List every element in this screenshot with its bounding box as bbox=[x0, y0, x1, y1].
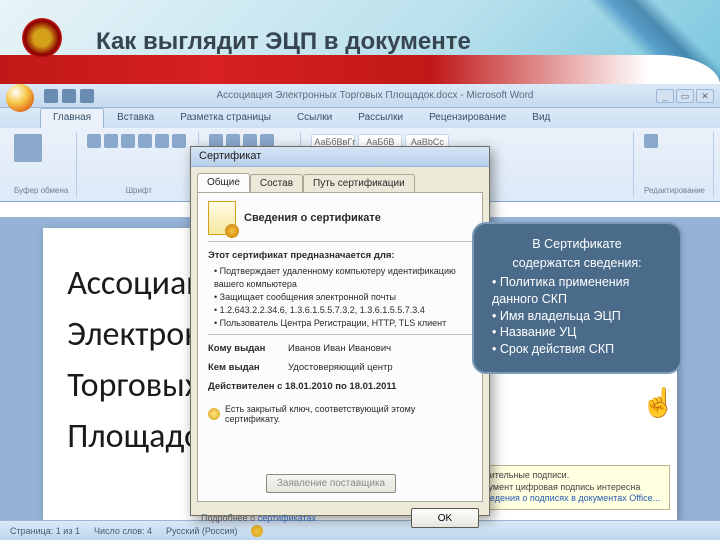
purpose-item: Защищает сообщения электронной почты bbox=[214, 291, 472, 304]
tab-insert[interactable]: Вставка bbox=[104, 108, 167, 128]
tab-mailings[interactable]: Рассылки bbox=[345, 108, 416, 128]
font-size-icon[interactable] bbox=[172, 134, 186, 148]
window-controls: _ ▭ ✕ bbox=[656, 89, 714, 103]
divider bbox=[208, 334, 472, 335]
callout-item: Название УЦ bbox=[492, 324, 666, 341]
ok-button[interactable]: OK bbox=[411, 508, 479, 528]
tab-view[interactable]: Вид bbox=[519, 108, 563, 128]
italic-icon[interactable] bbox=[104, 134, 118, 148]
document-title: Ассоциация Электронных Торговых Площадок… bbox=[100, 90, 650, 101]
quick-access-toolbar bbox=[44, 89, 94, 103]
more-about-certs: Подробнее о сертификатах bbox=[201, 513, 316, 523]
undo-icon[interactable] bbox=[62, 89, 76, 103]
group-font: Шрифт bbox=[79, 132, 199, 197]
status-page[interactable]: Страница: 1 из 1 bbox=[10, 526, 80, 536]
dialog-title: Сертификат bbox=[191, 147, 489, 167]
callout-heading-1: В Сертификате bbox=[488, 236, 666, 253]
callout-list: Политика применения данного СКП Имя влад… bbox=[488, 274, 666, 358]
issued-to-value: Иванов Иван Иванович bbox=[288, 343, 391, 354]
red-ribbon bbox=[0, 55, 720, 85]
minimize-button[interactable]: _ bbox=[656, 89, 674, 103]
callout-item: Срок действия СКП bbox=[492, 341, 666, 358]
redo-icon[interactable] bbox=[80, 89, 94, 103]
info-callout: В Сертификате содержатся сведения: Полит… bbox=[472, 222, 682, 374]
group-clipboard: Буфер обмена bbox=[6, 132, 77, 197]
divider bbox=[208, 241, 472, 242]
group-editing: Редактирование bbox=[636, 132, 714, 197]
status-words[interactable]: Число слов: 4 bbox=[94, 526, 152, 536]
group-clipboard-label: Буфер обмена bbox=[14, 186, 68, 195]
tab-details[interactable]: Состав bbox=[250, 174, 303, 192]
cert-info-header: Сведения о сертификате bbox=[244, 212, 381, 224]
cursor-icon: ☝ bbox=[641, 386, 676, 419]
callout-item: Имя владельца ЭЦП bbox=[492, 308, 666, 325]
valid-period: Действителен с 18.01.2010 по 18.01.2011 bbox=[208, 381, 396, 392]
issued-by-value: Удостоверяющий центр bbox=[288, 362, 393, 373]
office-orb-icon[interactable] bbox=[6, 84, 34, 112]
paste-icon[interactable] bbox=[14, 134, 42, 162]
key-icon bbox=[208, 408, 220, 420]
certificates-link[interactable]: сертификатах bbox=[258, 513, 316, 523]
bold-icon[interactable] bbox=[87, 134, 101, 148]
ribbon-tabs: Главная Вставка Разметка страницы Ссылки… bbox=[0, 108, 720, 128]
private-key-note: Есть закрытый ключ, соответствующий этом… bbox=[225, 404, 472, 424]
issued-by-label: Кем выдан bbox=[208, 362, 288, 373]
dialog-body: Сведения о сертификате Этот сертификат п… bbox=[197, 192, 483, 502]
group-font-label: Шрифт bbox=[87, 186, 190, 195]
slide-title: Как выглядит ЭЦП в документе bbox=[96, 28, 471, 56]
purpose-item: Подтверждает удаленному компьютеру идент… bbox=[214, 265, 472, 291]
highlight-icon[interactable] bbox=[155, 134, 169, 148]
tab-references[interactable]: Ссылки bbox=[284, 108, 345, 128]
certificate-dialog: Сертификат Общие Состав Путь сертификаци… bbox=[190, 146, 490, 516]
wax-seal-icon bbox=[22, 18, 62, 58]
maximize-button[interactable]: ▭ bbox=[676, 89, 694, 103]
callout-item: Политика применения данного СКП bbox=[492, 274, 666, 308]
save-icon[interactable] bbox=[44, 89, 58, 103]
word-titlebar: Ассоциация Электронных Торговых Площадок… bbox=[0, 84, 720, 108]
issued-to-label: Кому выдан bbox=[208, 343, 288, 354]
purpose-list: Подтверждает удаленному компьютеру идент… bbox=[208, 265, 472, 330]
tab-home[interactable]: Главная bbox=[40, 108, 104, 128]
purpose-label: Этот сертификат предназначается для: bbox=[208, 250, 395, 261]
certificate-icon bbox=[208, 201, 236, 235]
dialog-tabs: Общие Состав Путь сертификации bbox=[191, 167, 489, 192]
issuer-statement-button[interactable]: Заявление поставщика bbox=[266, 474, 396, 493]
purpose-item: 1.2.643.2.2.34.6, 1.3.6.1.5.5.7.3.2, 1.3… bbox=[214, 304, 472, 317]
tab-layout[interactable]: Разметка страницы bbox=[167, 108, 284, 128]
font-color-icon[interactable] bbox=[138, 134, 152, 148]
tab-review[interactable]: Рецензирование bbox=[416, 108, 519, 128]
group-editing-label: Редактирование bbox=[644, 186, 705, 195]
underline-icon[interactable] bbox=[121, 134, 135, 148]
purpose-item: Пользователь Центра Регистрации, HTTP, T… bbox=[214, 317, 472, 330]
tab-general[interactable]: Общие bbox=[197, 173, 250, 192]
close-button[interactable]: ✕ bbox=[696, 89, 714, 103]
find-icon[interactable] bbox=[644, 134, 658, 148]
tab-path[interactable]: Путь сертификации bbox=[303, 174, 415, 192]
callout-heading-2: содержатся сведения: bbox=[488, 255, 666, 272]
